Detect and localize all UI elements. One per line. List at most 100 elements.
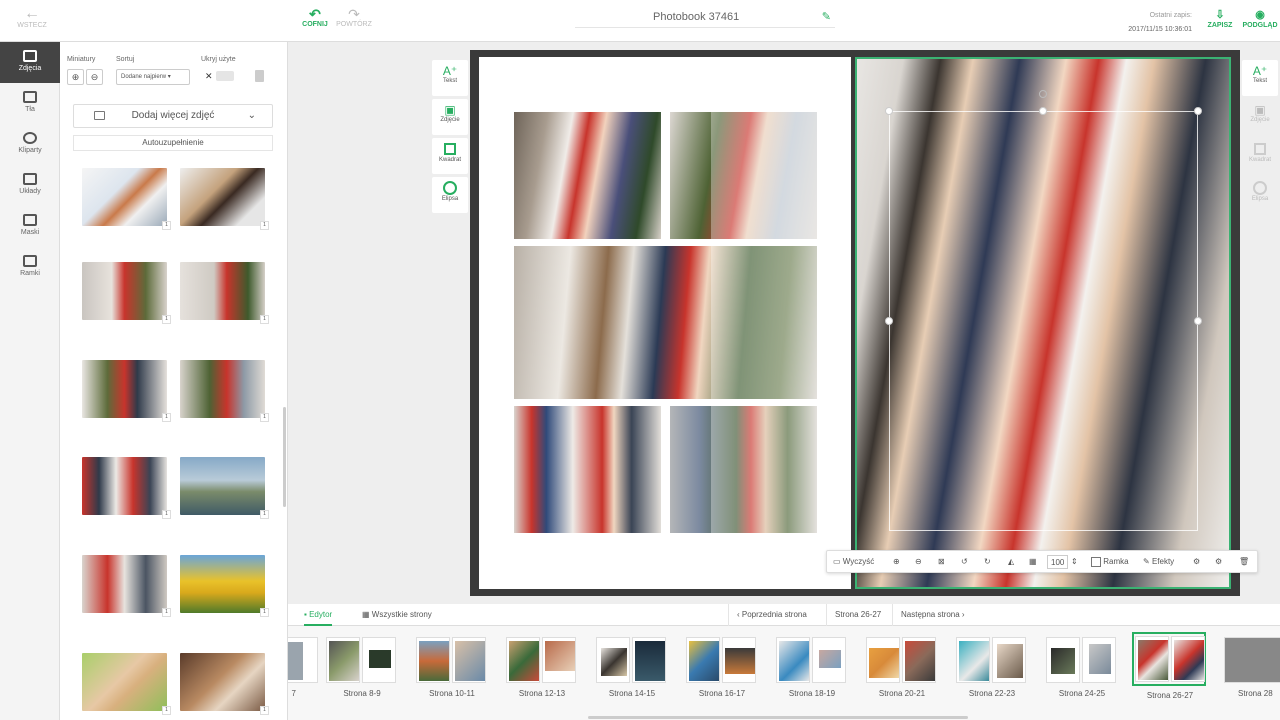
selection-box[interactable] (885, 90, 1202, 531)
usage-badge: 1 (260, 221, 269, 230)
photo-thumbnail[interactable]: 1 (82, 555, 171, 617)
redo-icon: ↷ (348, 6, 360, 22)
photo-thumbnail[interactable]: 1 (180, 262, 269, 324)
spread-thumbnail[interactable]: Strona 16-17 (686, 634, 758, 704)
spread-thumbnail[interactable]: Strona 22-23 (956, 634, 1028, 704)
add-text-tool[interactable]: A⁺ Tekst (432, 60, 468, 96)
spread-thumbnail[interactable]: Strona 14-15 (596, 634, 668, 704)
spread-thumbnail[interactable]: Strona 18-19 (776, 634, 848, 704)
resize-handle[interactable] (885, 107, 893, 115)
zoom-value-field[interactable]: 100 (1047, 555, 1069, 569)
resize-handle[interactable] (885, 317, 893, 325)
preview-button[interactable]: ◉ PODGLĄD (1240, 8, 1280, 29)
tool-label: Kwadrat (438, 157, 461, 163)
zoom-out-thumbs-button[interactable]: ⊖ (86, 69, 103, 85)
photo-thumbnail[interactable]: 1 (180, 457, 269, 519)
fit-icon[interactable]: ⊠ (938, 555, 945, 569)
project-title-field[interactable]: Photobook 37461 ✎ (575, 8, 835, 28)
add-ellipse-tool-right[interactable]: Elipsa (1242, 177, 1278, 213)
strip-scrollbar[interactable] (588, 716, 968, 719)
tab-editor[interactable]: ▪ Edytor (304, 604, 333, 626)
resize-handle[interactable] (1194, 317, 1202, 325)
ellipse-icon (1253, 181, 1267, 195)
resize-handle[interactable] (1194, 107, 1202, 115)
zoom-out-icon[interactable]: ⊖ (915, 555, 922, 569)
hide-used-toggle[interactable] (216, 71, 234, 81)
delete-icon[interactable]: 🗑 (1239, 555, 1249, 569)
tool-label: Elipsa (1251, 196, 1269, 202)
left-tools: A⁺ Tekst ▣ Zdjęcie Kwadrat Elipsa (432, 60, 468, 216)
project-title: Photobook 37461 (653, 11, 740, 23)
tab-all-pages[interactable]: ▦ Wszystkie strony (362, 604, 432, 626)
spread-thumbnail-active[interactable]: Strona 26-27 (1132, 632, 1206, 700)
resize-handle[interactable] (1039, 107, 1047, 115)
autofill-button[interactable]: Autouzupełnienie (73, 135, 273, 151)
rail-item-layouts[interactable]: Układy (0, 165, 60, 206)
photo-thumbnail[interactable]: 1 (180, 653, 269, 715)
rail-item-photos[interactable]: Zdjęcia (0, 42, 60, 83)
previous-page-button[interactable]: ‹ Poprzednia strona (728, 604, 807, 626)
close-icon[interactable]: ✕ (205, 71, 213, 82)
rail-item-cliparts[interactable]: Kliparty (0, 124, 60, 165)
next-page-button[interactable]: Następna strona › (892, 604, 965, 626)
photo-thumbnail[interactable]: 1 (180, 168, 269, 230)
spread-thumbnail[interactable]: Strona 8-9 (326, 634, 398, 704)
photo-add-icon: ▣ (444, 103, 456, 117)
spread-thumbnail[interactable]: Strona 20-21 (866, 634, 938, 704)
preview-label: PODGLĄD (1242, 22, 1278, 29)
effects-button[interactable]: ✎ Efekty (1143, 555, 1174, 569)
clear-button[interactable]: ▭ Wyczyść (833, 555, 874, 569)
thumb-image (601, 648, 627, 676)
photo-thumbnail[interactable]: 1 (82, 360, 171, 422)
sort-value: Dodane najpierw (121, 74, 167, 80)
frame-toggle[interactable]: Ramka (1091, 555, 1129, 569)
add-more-photos-dropdown[interactable]: Dodaj więcej zdjęć ⌄ (73, 104, 273, 128)
photo-thumbnail[interactable]: 1 (82, 262, 171, 324)
add-photo-tool-right[interactable]: ▣ Zdjęcie (1242, 99, 1278, 135)
thumb-image (369, 650, 391, 668)
back-button[interactable]: ← WSTECZ (14, 6, 50, 30)
zoom-in-icon[interactable]: ⊕ (893, 555, 900, 569)
spread-thumbnail[interactable]: Strona 28 (1224, 634, 1280, 704)
spread-thumbnail[interactable]: Strona 24-25 (1046, 634, 1118, 704)
zoom-in-thumbs-button[interactable]: ⊕ (67, 69, 84, 85)
add-text-tool-right[interactable]: A⁺ Tekst (1242, 60, 1278, 96)
overflow-overlay (711, 112, 851, 533)
undo-button[interactable]: ↶ COFNIJ (296, 7, 334, 28)
panel-scrollbar[interactable] (283, 407, 286, 507)
spread-thumbnail[interactable]: Strona 12-13 (506, 634, 578, 704)
left-page[interactable] (479, 57, 851, 589)
rotate-handle[interactable] (1039, 90, 1047, 98)
add-ellipse-tool[interactable]: Elipsa (432, 177, 468, 213)
photo-thumbnail[interactable]: 1 (82, 457, 171, 519)
trash-icon[interactable] (255, 70, 264, 82)
rotate-right-icon[interactable]: ↻ (984, 555, 991, 569)
sort-select[interactable]: Dodane najpierw ▾ (116, 69, 190, 85)
photo-frame[interactable] (514, 112, 661, 239)
redo-button[interactable]: ↷ POWTÓRZ (334, 7, 374, 28)
pencil-icon[interactable]: ✎ (822, 8, 831, 26)
usage-badge: 1 (162, 608, 171, 617)
photo-thumbnail[interactable]: 1 (180, 360, 269, 422)
add-photo-tool[interactable]: ▣ Zdjęcie (432, 99, 468, 135)
frame-label: Ramka (1103, 557, 1129, 566)
add-square-tool-right[interactable]: Kwadrat (1242, 138, 1278, 174)
bring-front-icon[interactable]: ⚙ (1215, 555, 1222, 569)
send-back-icon[interactable]: ⚙ (1193, 555, 1200, 569)
add-square-tool[interactable]: Kwadrat (432, 138, 468, 174)
spread-thumbnail[interactable]: Strona 10-11 (416, 634, 488, 704)
photo-frame[interactable] (514, 406, 661, 533)
photo-thumbnail[interactable]: 1 (82, 653, 171, 715)
flip-icon[interactable]: ◭ (1008, 555, 1014, 569)
transparency-icon[interactable]: ▦ (1029, 555, 1037, 569)
last-save-time: 2017/11/15 10:36:01 (1128, 26, 1192, 33)
spread-label: Strona 10-11 (429, 689, 475, 698)
rail-item-masks[interactable]: Maski (0, 206, 60, 247)
photo-thumbnail[interactable]: 1 (180, 555, 269, 617)
save-button[interactable]: ⇩ ZAPISZ (1204, 8, 1236, 29)
rotate-left-icon[interactable]: ↺ (961, 555, 968, 569)
rail-item-frames[interactable]: Ramki (0, 247, 60, 288)
rail-item-backgrounds[interactable]: Tła (0, 83, 60, 124)
photo-thumbnail[interactable]: 1 (82, 168, 171, 230)
zoom-stepper-icon[interactable]: ⇕ (1071, 555, 1078, 569)
